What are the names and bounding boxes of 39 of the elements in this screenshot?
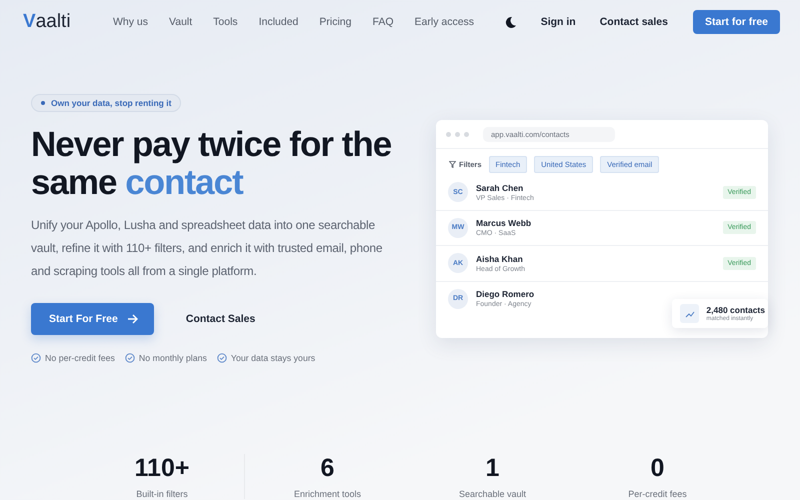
contact-name: Sarah Chen xyxy=(476,182,524,193)
stat-value: 110+ xyxy=(134,454,190,483)
check-circle-icon xyxy=(216,353,227,363)
tagline-badge: Own your data, stop renting it xyxy=(31,94,182,112)
stat-label: Built-in filters xyxy=(136,489,188,499)
nav-link[interactable]: Vault xyxy=(169,16,192,28)
nav-link[interactable]: Pricing xyxy=(319,16,352,28)
stat-value: 6 xyxy=(320,454,334,483)
stat-label: Searchable vault xyxy=(458,489,526,499)
trend-icon xyxy=(680,304,700,323)
toast-title: 2,480 contacts xyxy=(706,305,765,315)
start-for-free-button[interactable]: Start for free xyxy=(692,10,780,34)
stat-value: 1 xyxy=(486,454,500,483)
nav-link[interactable]: FAQ xyxy=(372,16,394,28)
contact-name: Marcus Webb xyxy=(476,218,532,228)
perk-text: Your data stays yours xyxy=(230,353,316,363)
perk-text: No monthly plans xyxy=(138,353,207,363)
sign-in-link[interactable]: Sign in xyxy=(540,16,576,28)
stat-label: Per-credit fees xyxy=(628,489,687,499)
contact-name: Diego Romero xyxy=(476,289,536,300)
nav-link[interactable]: Included xyxy=(258,16,298,28)
nav-link[interactable]: Why us xyxy=(113,16,148,28)
stat-label: Enrichment tools xyxy=(294,489,362,499)
hero-heading: Never pay twice for the same contact xyxy=(31,126,392,202)
check-circle-icon xyxy=(31,353,41,363)
stat-value: 0 xyxy=(650,454,664,483)
logo[interactable]: Vaalti xyxy=(23,11,113,33)
filter-icon xyxy=(449,161,456,168)
moon-icon[interactable] xyxy=(504,16,517,28)
check-circle-icon xyxy=(124,353,135,363)
perk-text: No per-credit fees xyxy=(45,353,115,363)
start-for-free-button[interactable]: Start For Free xyxy=(31,303,154,335)
contact-sales-button[interactable]: Contact Sales xyxy=(180,312,262,326)
contact-sales-link[interactable]: Contact sales xyxy=(600,16,668,28)
arrow-right-icon xyxy=(126,314,138,324)
nav-link[interactable]: Tools xyxy=(213,16,238,28)
hero-description: Unify your Apollo, Lusha and spreadsheet data into one searchable vault, refine it with 110+ filters, and enrich it with trusted email, phone and scraping tools all from a single platform. xyxy=(31,217,384,280)
contact-name: Aisha Khan xyxy=(476,254,524,264)
nav-link[interactable]: Early access xyxy=(414,16,474,28)
